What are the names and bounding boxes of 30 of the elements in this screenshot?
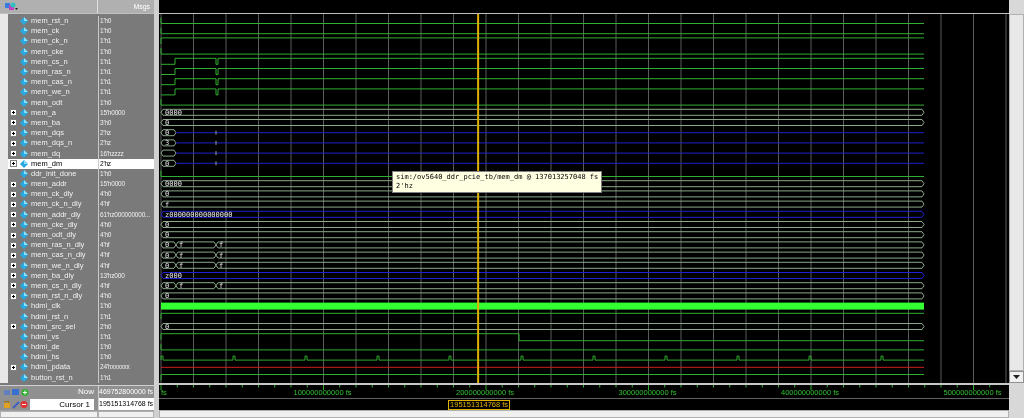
expand-icon[interactable]: [10, 139, 17, 147]
expand-icon[interactable]: [10, 282, 17, 290]
expand-icon[interactable]: [10, 129, 17, 137]
now-label: Now: [77, 386, 94, 398]
expand-icon[interactable]: [10, 241, 17, 249]
scroll-down-icon[interactable]: [1009, 371, 1024, 383]
expand-icon[interactable]: [10, 262, 17, 270]
expand-icon[interactable]: [10, 323, 17, 331]
toolbar-icons-drawing[interactable]: [4, 399, 28, 409]
expand-icon[interactable]: [10, 119, 17, 127]
expand-icon[interactable]: [10, 363, 17, 371]
expand-icon[interactable]: [10, 231, 17, 239]
wave-window-icon[interactable]: [4, 1, 18, 12]
cursor-name-field[interactable]: Cursor 1: [30, 398, 94, 410]
expand-icon[interactable]: [10, 272, 17, 280]
expand-icon[interactable]: [10, 251, 17, 259]
expand-icon[interactable]: [10, 180, 17, 188]
expand-icon[interactable]: [10, 200, 17, 208]
expand-icon[interactable]: [10, 211, 17, 219]
horizontal-scrollbar[interactable]: [0, 411, 98, 418]
toolbar-icons-drawing[interactable]: [4, 387, 30, 397]
expand-icon[interactable]: [10, 160, 17, 168]
expand-icon[interactable]: [10, 150, 17, 158]
expand-icon[interactable]: [10, 292, 17, 300]
expand-icon[interactable]: [10, 221, 17, 229]
horizontal-scrollbar[interactable]: [98, 411, 155, 418]
vertical-scrollbar[interactable]: [1009, 14, 1024, 371]
expand-icon[interactable]: [10, 109, 17, 117]
expand-icon[interactable]: [10, 190, 17, 198]
horizontal-scrollbar[interactable]: [159, 410, 1009, 418]
